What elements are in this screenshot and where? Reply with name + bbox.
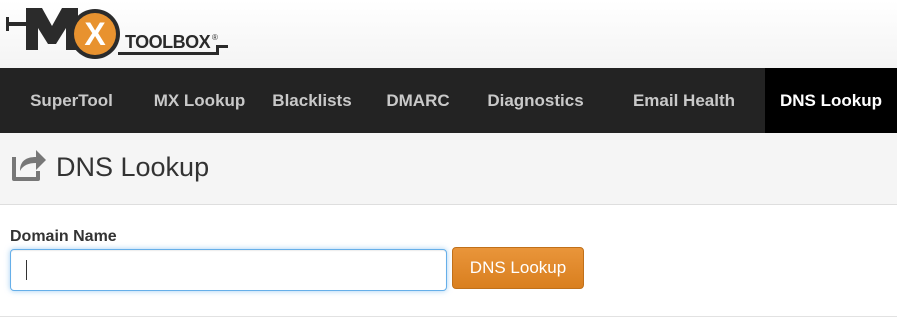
nav-item-label: MX Lookup (153, 90, 246, 110)
nav-item-dns-lookup[interactable]: DNS Lookup (765, 68, 897, 133)
nav-item-label: DNS Lookup (780, 90, 882, 110)
main-nav: SuperTool MX Lookup Blacklists DMARC Dia… (0, 68, 897, 133)
nav-item-diagnostics[interactable]: Diagnostics (468, 68, 603, 133)
page-title: DNS Lookup (56, 152, 210, 182)
dns-lookup-button[interactable]: DNS Lookup (452, 247, 584, 289)
nav-item-label: Diagnostics (487, 90, 584, 110)
nav-item-label: Blacklists (272, 90, 352, 110)
nav-item-label: SuperTool (30, 90, 113, 110)
nav-item-supertool[interactable]: SuperTool (0, 68, 143, 133)
nav-item-label: Email Health (632, 90, 736, 110)
nav-item-mx-lookup[interactable]: MX Lookup (143, 68, 256, 133)
share-arrow-icon (12, 150, 46, 181)
section-divider (0, 316, 897, 317)
domain-name-label: Domain Name (10, 228, 117, 245)
site-header: X TOOLBOX ® (0, 0, 897, 68)
nav-item-label: DMARC (386, 90, 450, 110)
logo-x-letter: X (84, 16, 106, 52)
nav-item-dmarc[interactable]: DMARC (368, 68, 468, 133)
logo-word: TOOLBOX (125, 32, 211, 52)
nav-item-email-health[interactable]: Email Health (603, 68, 765, 133)
nav-item-blacklists[interactable]: Blacklists (256, 68, 368, 133)
domain-name-input[interactable] (10, 249, 447, 291)
mxtoolbox-logo[interactable]: X TOOLBOX ® (6, 4, 231, 62)
logo-registered-mark: ® (212, 33, 218, 42)
text-caret (26, 260, 27, 280)
